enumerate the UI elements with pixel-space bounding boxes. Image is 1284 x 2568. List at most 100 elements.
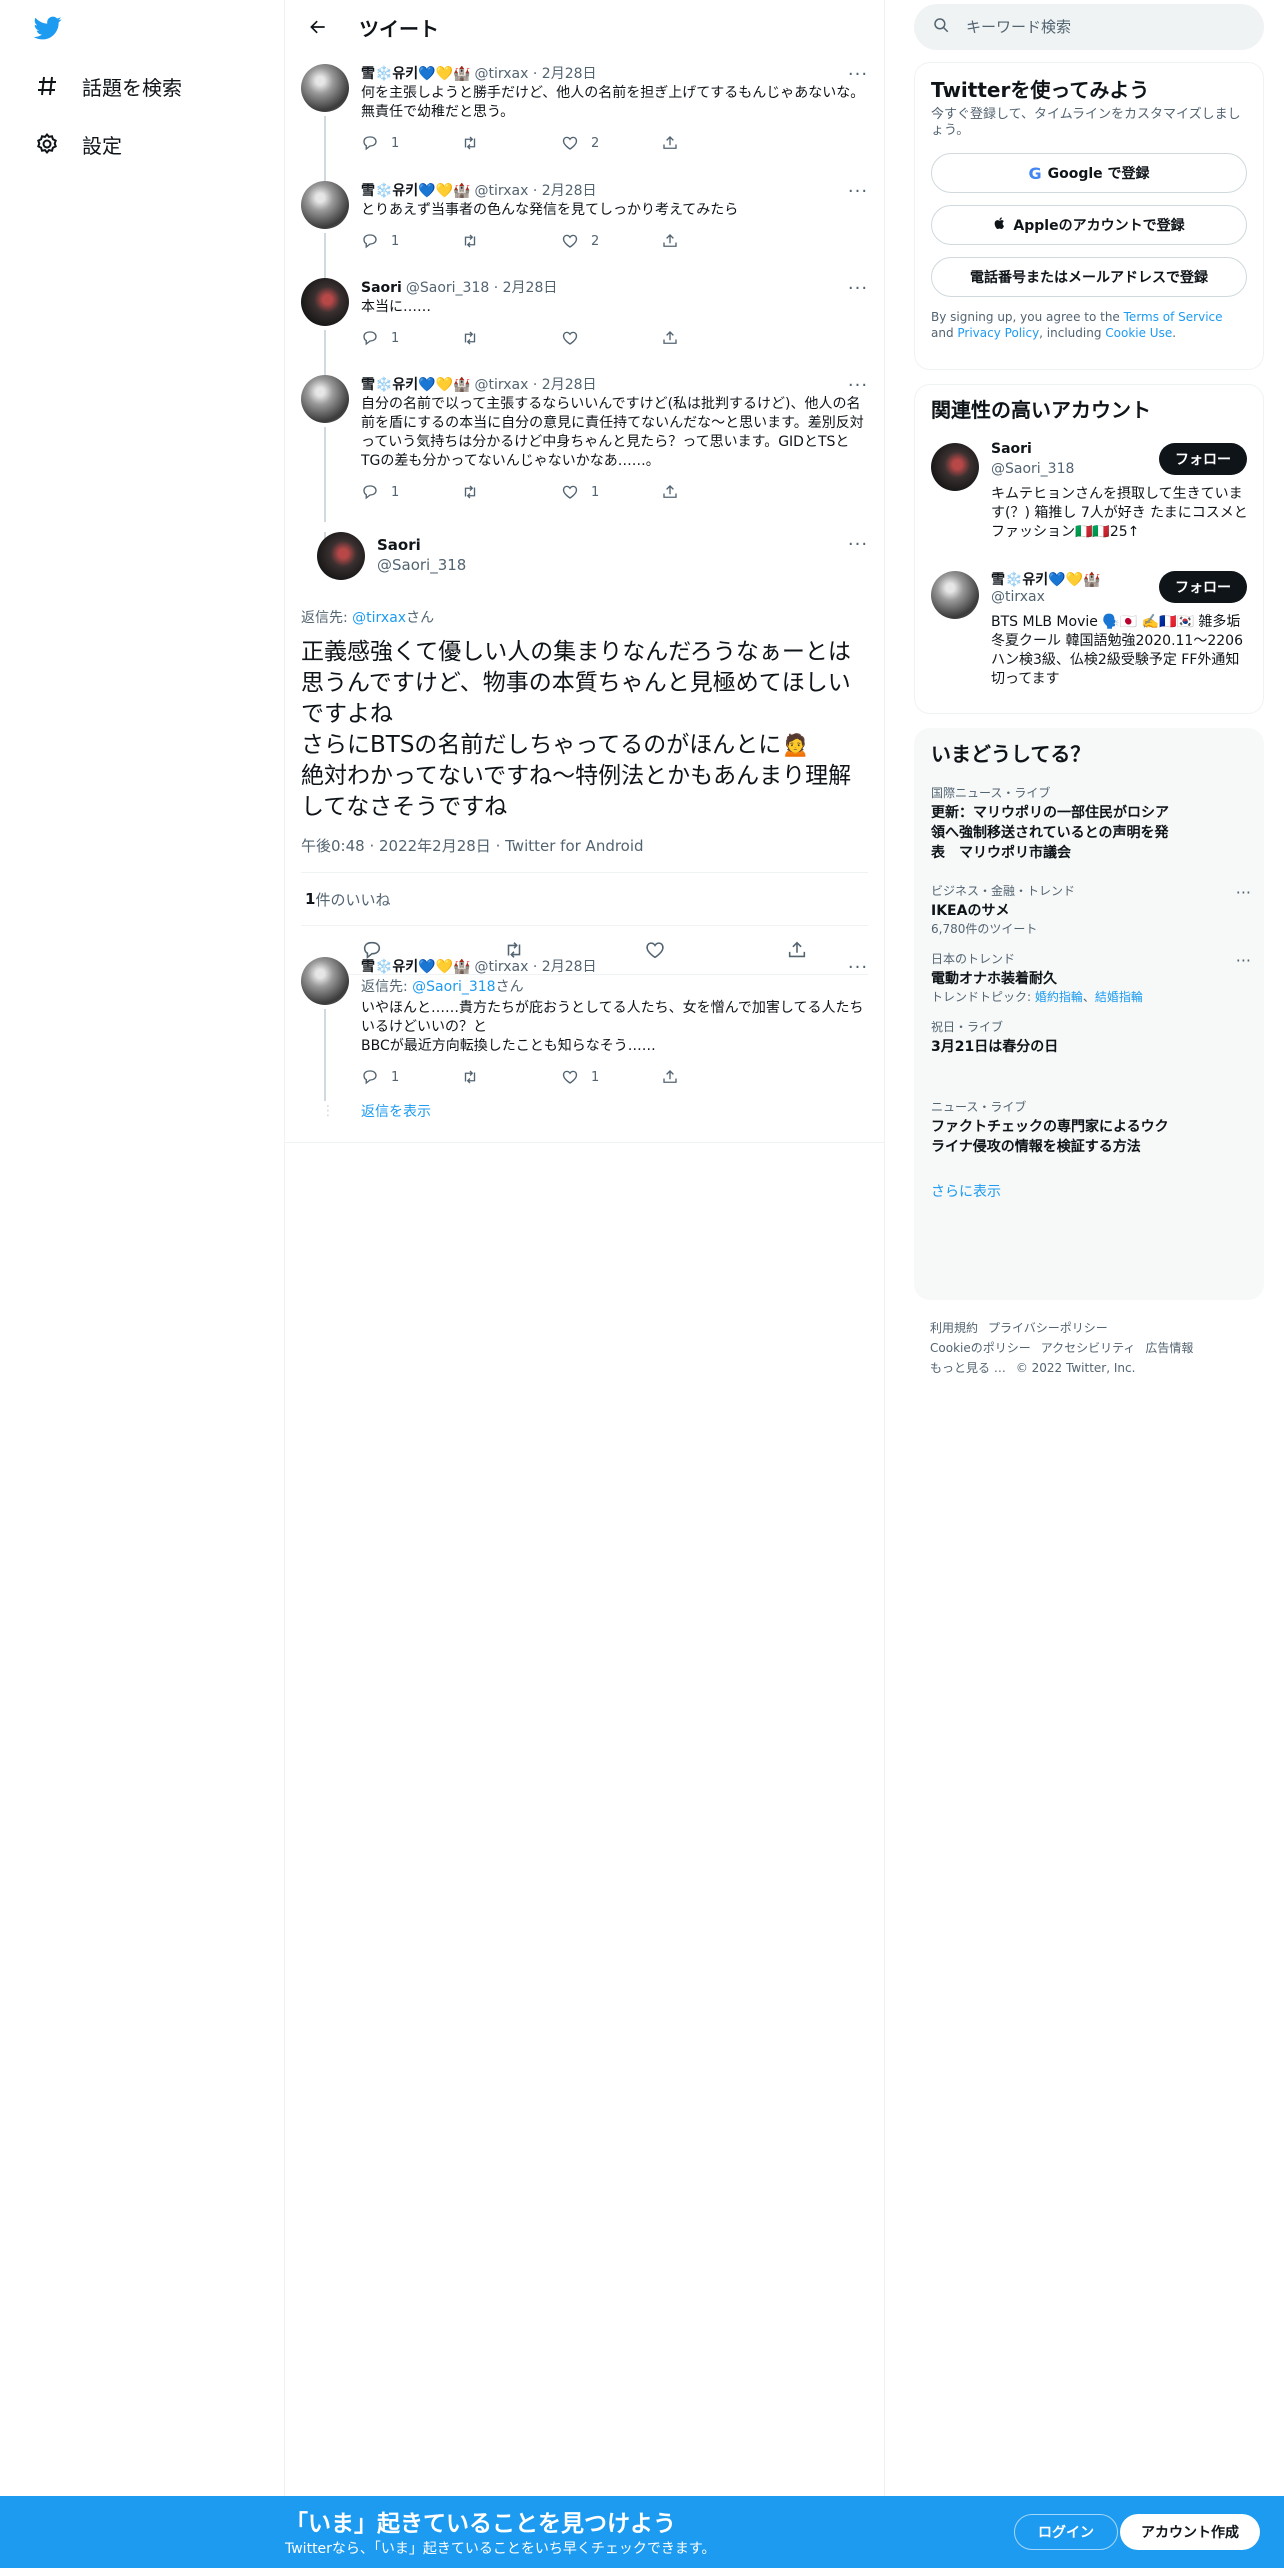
trend-item[interactable]: ··· ビジネス・金融・トレンド IKEAのサメ 6,780件のツイート — [915, 883, 1263, 937]
more-icon[interactable]: ··· — [848, 375, 868, 396]
show-more-link[interactable]: さらに表示 — [915, 1181, 1263, 1201]
tweet-client[interactable]: Twitter for Android — [505, 837, 643, 855]
account-name[interactable]: 雪❄️유키💙💛🏰 — [991, 569, 1101, 589]
privacy-link[interactable]: Privacy Policy — [957, 326, 1039, 340]
apple-signup-button[interactable]: Appleのアカウントで登録 — [931, 205, 1247, 245]
avatar[interactable] — [301, 278, 349, 326]
more-icon[interactable]: ··· — [848, 181, 868, 202]
back-arrow-icon[interactable] — [301, 10, 335, 44]
trend-topic-link[interactable]: 婚約指輪 — [1035, 990, 1083, 1004]
reply-to-handle[interactable]: @Saori_318 — [412, 979, 495, 995]
like-button[interactable]: 1 — [561, 483, 661, 501]
account-name[interactable]: Saori — [991, 441, 1032, 457]
avatar[interactable] — [301, 957, 349, 1005]
trend-topic-link[interactable]: 結婚指輪 — [1095, 990, 1143, 1004]
thread-tweet[interactable]: ··· 雪❄️유키💙💛🏰 @tirxax · 2月28日 とりあえず当事者の色ん… — [285, 171, 884, 268]
cookie-link[interactable]: Cookie Use — [1105, 326, 1172, 340]
footer-link[interactable]: プライバシーポリシー — [988, 1321, 1108, 1335]
more-icon[interactable]: ··· — [848, 957, 868, 978]
avatar[interactable] — [931, 571, 979, 619]
user-name[interactable]: 雪❄️유키💙💛🏰 — [361, 64, 471, 84]
retweet-button[interactable] — [461, 329, 561, 347]
footer-link[interactable]: アクセシビリティ — [1041, 1341, 1136, 1355]
avatar[interactable] — [301, 64, 349, 112]
retweet-button[interactable] — [461, 1068, 561, 1086]
more-icon[interactable]: ··· — [1236, 951, 1251, 970]
account-item[interactable]: 雪❄️유키💙💛🏰 @tirxax フォロー BTS MLB Movie 🗣️🇯🇵… — [915, 569, 1263, 697]
user-name[interactable]: Saori — [377, 536, 421, 554]
user-name[interactable]: 雪❄️유키💙💛🏰 — [361, 375, 471, 395]
phone-email-signup-button[interactable]: 電話番号またはメールアドレスで登録 — [931, 257, 1247, 297]
avatar[interactable] — [301, 375, 349, 423]
share-button[interactable] — [661, 232, 761, 250]
retweet-button[interactable] — [461, 232, 561, 250]
thread-tweet[interactable]: ··· Saori @Saori_318 · 2月28日 本当に…… 1 — [285, 268, 884, 365]
signup-button[interactable]: アカウント作成 — [1120, 2514, 1260, 2550]
thread-tweet[interactable]: ··· 雪❄️유키💙💛🏰 @tirxax · 2月28日 何を主張しようと勝手だ… — [285, 54, 884, 171]
follow-button[interactable]: フォロー — [1159, 443, 1247, 475]
account-handle[interactable]: @Saori_318 — [991, 461, 1074, 477]
reply-to-handle[interactable]: @tirxax — [352, 610, 406, 626]
follow-button[interactable]: フォロー — [1159, 571, 1247, 603]
trend-item[interactable]: ··· 日本のトレンド 電動オナホ装着耐久 トレンドトピック: 婚約指輪、結婚指… — [915, 951, 1263, 1005]
search-box[interactable] — [914, 4, 1264, 50]
twitter-logo-icon[interactable] — [32, 14, 64, 42]
footer-link[interactable]: 広告情報 — [1145, 1341, 1193, 1355]
footer-link[interactable]: Cookieのポリシー — [930, 1341, 1031, 1355]
reply-button[interactable]: 1 — [361, 329, 461, 347]
reply-button[interactable]: 1 — [361, 483, 461, 501]
show-replies-link[interactable]: 返信を表示 — [361, 1101, 431, 1121]
reply-tweet[interactable]: ··· 雪❄️유키💙💛🏰 @tirxax · 2月28日 返信先: @Saori… — [285, 947, 884, 1143]
tweet-time[interactable]: 午後0:48 — [301, 837, 365, 855]
tweet-date[interactable]: 2月28日 — [503, 278, 558, 298]
account-item[interactable]: Saori @Saori_318 フォロー キムテヒョンさんを摂取して生きていま… — [915, 441, 1263, 569]
reply-button[interactable]: 1 — [361, 134, 461, 152]
trend-item[interactable]: 国際ニュース・ライブ 更新：マリウポリの一部住民がロシア領へ強制移送されていると… — [915, 785, 1263, 863]
avatar[interactable] — [931, 443, 979, 491]
user-handle[interactable]: @tirxax — [475, 375, 529, 395]
like-button[interactable]: 2 — [561, 232, 661, 250]
share-button[interactable] — [661, 1068, 761, 1086]
user-handle[interactable]: @tirxax — [475, 181, 529, 201]
tweet-full-date[interactable]: 2022年2月28日 — [379, 837, 491, 855]
user-handle[interactable]: @Saori_318 — [377, 556, 466, 574]
share-button[interactable] — [661, 483, 761, 501]
terms-link[interactable]: Terms of Service — [1124, 310, 1223, 324]
tweet-date[interactable]: 2月28日 — [542, 957, 597, 977]
share-button[interactable] — [661, 134, 761, 152]
trend-item[interactable]: 祝日・ライブ 3月21日は春分の日 — [915, 1019, 1263, 1057]
user-name[interactable]: 雪❄️유키💙💛🏰 — [361, 181, 471, 201]
avatar[interactable] — [317, 532, 365, 580]
account-handle[interactable]: @tirxax — [991, 589, 1045, 605]
more-icon[interactable]: ··· — [848, 534, 868, 555]
retweet-button[interactable] — [461, 134, 561, 152]
likes-count-row[interactable]: 1 件のいいね — [301, 873, 868, 925]
retweet-button[interactable] — [461, 483, 561, 501]
more-icon[interactable]: ··· — [848, 64, 868, 85]
user-name[interactable]: Saori — [361, 278, 402, 298]
tweet-date[interactable]: 2月28日 — [542, 375, 597, 395]
like-button[interactable] — [561, 329, 661, 347]
more-icon[interactable]: ··· — [1236, 883, 1251, 902]
footer-link[interactable]: もっと見る … — [930, 1361, 1006, 1375]
tweet-date[interactable]: 2月28日 — [542, 181, 597, 201]
user-handle[interactable]: @Saori_318 — [406, 278, 489, 298]
nav-explore[interactable]: 話題を検索 — [34, 64, 182, 108]
avatar[interactable] — [301, 181, 349, 229]
login-button[interactable]: ログイン — [1014, 2514, 1118, 2550]
user-handle[interactable]: @tirxax — [475, 957, 529, 977]
like-button[interactable]: 2 — [561, 134, 661, 152]
reply-button[interactable]: 1 — [361, 232, 461, 250]
google-signup-button[interactable]: G Google で登録 — [931, 153, 1247, 193]
thread-tweet[interactable]: ··· 雪❄️유키💙💛🏰 @tirxax · 2月28日 自分の名前で以って主張… — [285, 365, 884, 522]
tweet-date[interactable]: 2月28日 — [542, 64, 597, 84]
more-icon[interactable]: ··· — [848, 278, 868, 299]
share-button[interactable] — [661, 329, 761, 347]
search-input[interactable] — [966, 18, 1236, 36]
nav-settings[interactable]: 設定 — [34, 122, 122, 166]
footer-link[interactable]: 利用規約 — [930, 1321, 978, 1335]
user-name[interactable]: 雪❄️유키💙💛🏰 — [361, 957, 471, 977]
reply-button[interactable]: 1 — [361, 1068, 461, 1086]
trend-item[interactable]: ニュース・ライブ ファクトチェックの専門家によるウクライナ侵攻の情報を検証する方… — [915, 1099, 1263, 1157]
like-button[interactable]: 1 — [561, 1068, 661, 1086]
